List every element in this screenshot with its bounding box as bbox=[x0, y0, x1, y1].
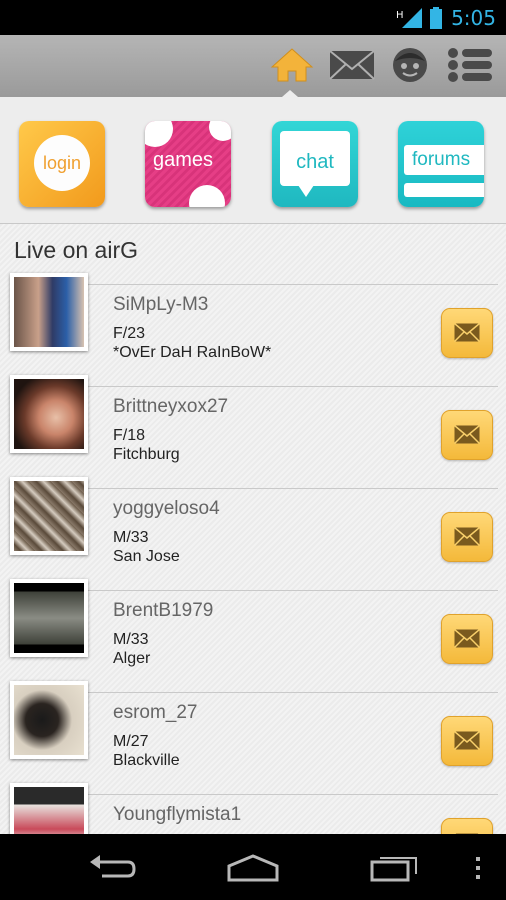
user-age-gender: F/18 bbox=[113, 427, 146, 444]
avatar[interactable] bbox=[10, 783, 88, 834]
tile-label-forums: forums bbox=[412, 149, 471, 170]
mail-icon bbox=[454, 731, 480, 750]
battery-icon bbox=[429, 7, 443, 34]
tile-label-login: login bbox=[42, 153, 82, 173]
games-bubble bbox=[189, 185, 225, 207]
user-age-gender: M/27 bbox=[113, 733, 149, 750]
user-name[interactable]: yoggyeloso4 bbox=[113, 498, 220, 520]
user-name[interactable]: Youngflymista1 bbox=[113, 804, 241, 826]
list-item[interactable]: BrentB1979 M/33 Alger bbox=[0, 579, 506, 692]
top-action-bar bbox=[0, 35, 506, 98]
active-tab-pointer bbox=[282, 90, 298, 97]
message-button[interactable] bbox=[441, 716, 493, 766]
avatar-photo bbox=[14, 685, 84, 755]
mail-icon bbox=[454, 323, 480, 342]
games-tile[interactable]: games bbox=[145, 121, 231, 207]
tile-label-chat: chat bbox=[296, 151, 334, 173]
mail-icon bbox=[454, 629, 480, 648]
chat-tile[interactable]: chat bbox=[272, 121, 358, 207]
section-title: Live on airG bbox=[14, 237, 139, 263]
avatar[interactable] bbox=[10, 273, 88, 351]
chat-bubble-tail bbox=[298, 185, 314, 197]
avatar[interactable] bbox=[10, 375, 88, 453]
mail-icon[interactable] bbox=[329, 45, 375, 85]
list-item[interactable]: yoggyeloso4 M/33 San Jose bbox=[0, 477, 506, 590]
message-button[interactable] bbox=[441, 512, 493, 562]
status-bar: H 5:05 bbox=[0, 0, 506, 35]
games-bubble bbox=[145, 121, 173, 147]
message-button[interactable] bbox=[441, 410, 493, 460]
user-age-gender: F/23 bbox=[113, 325, 146, 342]
home-icon[interactable] bbox=[270, 45, 314, 85]
user-name[interactable]: SiMpLy-M3 bbox=[113, 294, 208, 316]
forums-strip bbox=[404, 183, 484, 197]
home-icon[interactable] bbox=[226, 854, 280, 887]
overflow-menu-icon[interactable] bbox=[474, 856, 482, 885]
user-name[interactable]: Brittneyxox27 bbox=[113, 396, 228, 418]
recent-apps-icon[interactable] bbox=[370, 854, 420, 887]
user-location: San Jose bbox=[113, 548, 180, 565]
menu-list-icon[interactable] bbox=[447, 45, 492, 85]
user-location: Fitchburg bbox=[113, 446, 180, 463]
forums-tile[interactable]: forums bbox=[398, 121, 484, 207]
user-age-gender: M/33 bbox=[113, 631, 149, 648]
message-button[interactable] bbox=[441, 308, 493, 358]
user-age-gender: M/33 bbox=[113, 529, 149, 546]
avatar-photo bbox=[14, 277, 84, 347]
main-content: login games chat forums Live on airG SiM… bbox=[0, 97, 506, 834]
user-location: *OvEr DaH RaInBoW* bbox=[113, 344, 272, 361]
mail-icon bbox=[454, 425, 480, 444]
user-name[interactable]: esrom_27 bbox=[113, 702, 198, 724]
profile-face-icon[interactable] bbox=[390, 45, 434, 85]
list-item[interactable]: Brittneyxox27 F/18 Fitchburg bbox=[0, 375, 506, 488]
feature-tiles: login games chat forums bbox=[0, 97, 506, 224]
avatar[interactable] bbox=[10, 681, 88, 759]
signal-icon: H bbox=[396, 8, 424, 33]
network-type: H bbox=[396, 10, 404, 21]
avatar-photo bbox=[14, 787, 84, 834]
avatar[interactable] bbox=[10, 477, 88, 555]
games-bubble bbox=[209, 121, 231, 141]
login-tile[interactable]: login bbox=[19, 121, 105, 207]
user-location: Alger bbox=[113, 650, 151, 667]
avatar-photo bbox=[14, 481, 84, 551]
message-button[interactable] bbox=[441, 614, 493, 664]
avatar-photo bbox=[14, 379, 84, 449]
message-button[interactable] bbox=[441, 818, 493, 834]
clock: 5:05 bbox=[451, 6, 496, 30]
system-nav-bar bbox=[0, 834, 506, 900]
avatar-photo bbox=[14, 583, 84, 653]
user-name[interactable]: BrentB1979 bbox=[113, 600, 213, 622]
user-location: Blackville bbox=[113, 752, 180, 769]
live-user-list: SiMpLy-M3 F/23 *OvEr DaH RaInBoW* Brittn… bbox=[0, 273, 506, 834]
avatar[interactable] bbox=[10, 579, 88, 657]
list-item[interactable]: esrom_27 M/27 Blackville bbox=[0, 681, 506, 794]
back-icon[interactable] bbox=[88, 854, 138, 887]
list-item[interactable]: SiMpLy-M3 F/23 *OvEr DaH RaInBoW* bbox=[0, 273, 506, 386]
mail-icon bbox=[454, 527, 480, 546]
list-item[interactable]: Youngflymista1 bbox=[0, 783, 506, 834]
tile-label-games: games bbox=[153, 149, 214, 171]
